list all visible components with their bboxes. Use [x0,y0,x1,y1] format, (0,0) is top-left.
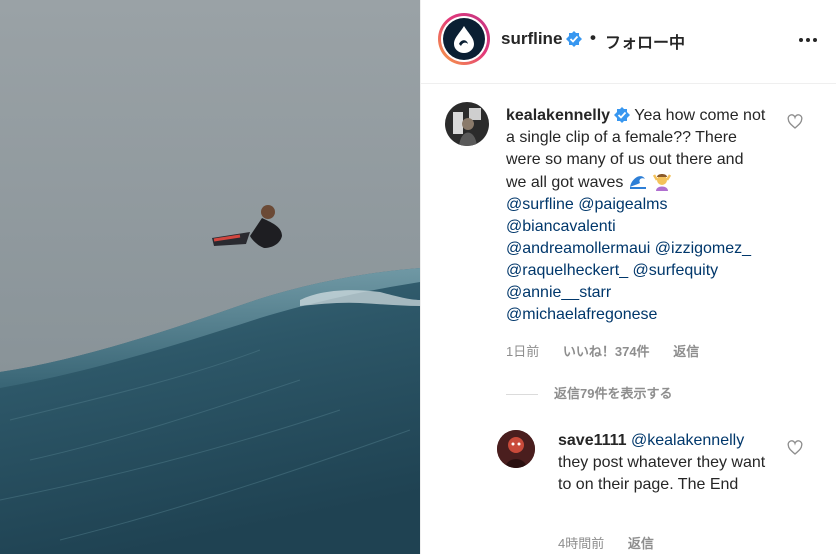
reply-reply-button[interactable]: 返信 [628,536,654,551]
woman-raising-hands-icon [653,174,672,191]
wave-emoji-icon [627,171,648,191]
surfline-logo-icon [454,26,474,53]
mention-link[interactable]: @biancavalenti [506,218,616,235]
post-header: surfline • フォロー中 [421,0,836,84]
view-replies-button[interactable]: 返信79件を表示する [506,383,672,402]
commenter-avatar[interactable] [445,102,489,146]
reply-text: they post whatever they want to on their… [558,454,766,493]
mention-link[interactable]: @raquelheckert_ [506,262,628,279]
reply-button[interactable]: 返信 [673,344,699,359]
mention-link[interactable]: @andreamollermaui [506,240,650,257]
mention-link[interactable]: @annie__starr [506,284,611,301]
comment-time[interactable]: 1日前 [506,344,539,359]
more-options-icon[interactable] [799,32,819,48]
account-avatar[interactable] [438,13,490,65]
comment-username[interactable]: kealakennelly [506,107,610,124]
surf-photo [0,0,420,554]
comment-likes[interactable]: いいね！374件 [563,344,650,359]
post-panel: surfline • フォロー中 kealakennelly Yea how c… [420,0,836,554]
mention-link[interactable]: @surfequity [633,262,719,279]
mention-link[interactable]: @michaelafregonese [506,306,657,323]
view-replies-label: 返信79件を表示する [554,386,673,401]
verified-badge-icon [566,31,583,47]
mention-link[interactable]: @surfline [506,196,574,213]
mention-link[interactable]: @izzigomez_ [655,240,751,257]
mention-link[interactable]: @kealakennelly [631,432,744,449]
reply-meta: 4時間前 返信 [558,533,674,552]
heart-outline-icon[interactable] [787,440,803,456]
post-photo[interactable] [0,0,420,554]
comment-body: kealakennelly Yea how come not a single … [506,105,768,326]
heart-outline-icon[interactable] [787,114,803,130]
following-button[interactable]: フォロー中 [605,29,685,53]
comment-meta: 1日前 いいね！374件 返信 [506,341,719,360]
verified-badge-icon [614,107,631,123]
header-separator: • [590,28,596,47]
reply-time[interactable]: 4時間前 [558,536,604,551]
account-name[interactable]: surfline [501,29,583,49]
reply-avatar[interactable] [497,430,535,468]
divider-line [506,394,538,396]
reply-body: save1111 @kealakennelly they post whatev… [558,430,768,496]
mention-link[interactable]: @paigealms [578,196,667,213]
reply-username[interactable]: save1111 [558,432,627,449]
